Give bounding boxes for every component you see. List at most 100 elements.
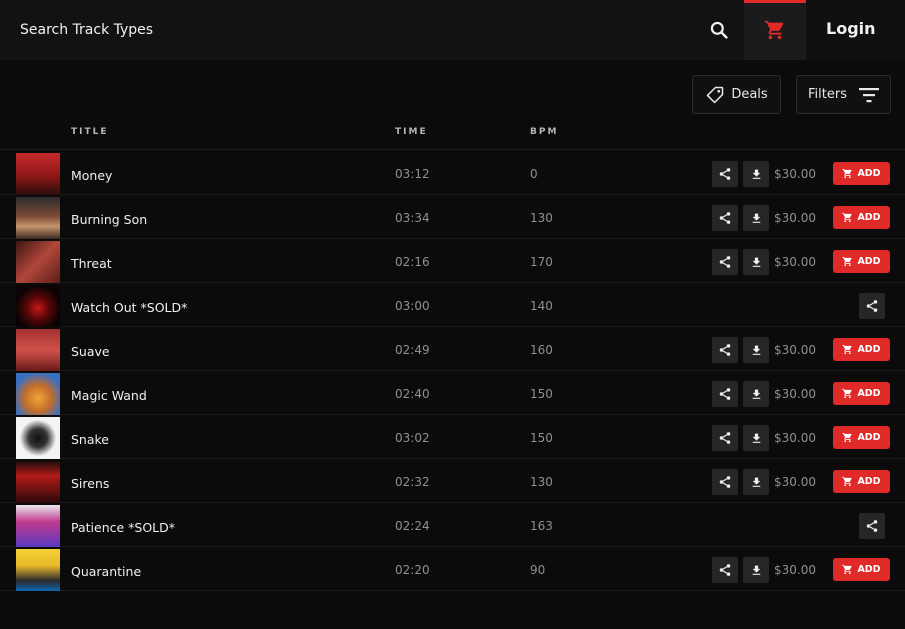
track-artwork[interactable] [16, 241, 60, 283]
download-button[interactable] [743, 381, 769, 407]
track-title[interactable]: Suave [71, 344, 110, 359]
track-time: 02:20 [395, 563, 430, 577]
download-button[interactable] [743, 249, 769, 275]
share-button[interactable] [859, 293, 885, 319]
cart-icon [842, 256, 853, 267]
track-row[interactable]: Watch Out *SOLD* 03:00 140 [0, 283, 905, 327]
top-bar: Login [0, 0, 905, 60]
cart-icon [842, 564, 853, 575]
track-artwork[interactable] [16, 285, 60, 327]
download-button[interactable] [743, 205, 769, 231]
track-price: $30.00 [774, 211, 816, 225]
track-price: $30.00 [774, 387, 816, 401]
search-input[interactable] [20, 19, 580, 41]
track-artwork[interactable] [16, 505, 60, 547]
track-title[interactable]: Patience *SOLD* [71, 520, 175, 535]
track-artwork[interactable] [16, 197, 60, 239]
cart-icon [842, 212, 853, 223]
track-bpm: 90 [530, 563, 546, 577]
track-artwork[interactable] [16, 329, 60, 371]
cart-icon [842, 476, 853, 487]
track-time: 03:34 [395, 211, 430, 225]
track-row[interactable]: Patience *SOLD* 02:24 163 [0, 503, 905, 547]
track-artwork[interactable] [16, 153, 60, 195]
track-row[interactable]: Magic Wand 02:40 150 $30.00 ADD [0, 371, 905, 415]
track-artwork[interactable] [16, 461, 60, 503]
tag-icon [707, 86, 724, 103]
track-title[interactable]: Money [71, 168, 112, 183]
add-to-cart-button[interactable]: ADD [833, 162, 890, 185]
login-link[interactable]: Login [826, 19, 876, 38]
track-row[interactable]: Burning Son 03:34 130 $30.00 ADD [0, 195, 905, 239]
share-button[interactable] [712, 161, 738, 187]
download-button[interactable] [743, 425, 769, 451]
deals-button[interactable]: Deals [692, 75, 781, 114]
column-header-bpm: BPM [530, 127, 559, 137]
add-label: ADD [857, 344, 881, 355]
share-button[interactable] [712, 557, 738, 583]
cart-icon [764, 20, 784, 40]
track-row[interactable]: Money 03:12 0 $30.00 ADD [0, 151, 905, 195]
filters-label: Filters [808, 87, 847, 102]
track-row[interactable]: Sirens 02:32 130 $30.00 ADD [0, 459, 905, 503]
add-to-cart-button[interactable]: ADD [833, 558, 890, 581]
track-bpm: 0 [530, 167, 538, 181]
track-row[interactable]: Suave 02:49 160 $30.00 ADD [0, 327, 905, 371]
track-title[interactable]: Snake [71, 432, 109, 447]
track-row[interactable]: Snake 03:02 150 $30.00 ADD [0, 415, 905, 459]
track-title[interactable]: Watch Out *SOLD* [71, 300, 187, 315]
track-time: 02:40 [395, 387, 430, 401]
track-price: $30.00 [774, 475, 816, 489]
track-title[interactable]: Threat [71, 256, 112, 271]
cart-icon [842, 168, 853, 179]
track-title[interactable]: Sirens [71, 476, 109, 491]
share-icon [719, 168, 731, 180]
share-button[interactable] [712, 469, 738, 495]
track-bpm: 163 [530, 519, 553, 533]
filters-button[interactable]: Filters [796, 75, 891, 114]
share-icon [719, 212, 731, 224]
share-button[interactable] [712, 249, 738, 275]
track-price: $30.00 [774, 167, 816, 181]
share-button[interactable] [712, 425, 738, 451]
share-button[interactable] [712, 381, 738, 407]
add-label: ADD [857, 168, 881, 179]
share-button[interactable] [712, 205, 738, 231]
search-button[interactable] [704, 16, 734, 44]
share-icon [719, 432, 731, 444]
track-time: 02:49 [395, 343, 430, 357]
cart-button[interactable] [744, 0, 806, 60]
add-label: ADD [857, 564, 881, 575]
track-bpm: 150 [530, 387, 553, 401]
download-button[interactable] [743, 337, 769, 363]
share-button[interactable] [859, 513, 885, 539]
track-artwork[interactable] [16, 417, 60, 459]
download-button[interactable] [743, 557, 769, 583]
track-title[interactable]: Quarantine [71, 564, 141, 579]
add-to-cart-button[interactable]: ADD [833, 470, 890, 493]
track-row[interactable]: Quarantine 02:20 90 $30.00 ADD [0, 547, 905, 591]
track-title[interactable]: Burning Son [71, 212, 147, 227]
track-bpm: 130 [530, 475, 553, 489]
track-title[interactable]: Magic Wand [71, 388, 147, 403]
add-label: ADD [857, 212, 881, 223]
add-to-cart-button[interactable]: ADD [833, 338, 890, 361]
track-artwork[interactable] [16, 549, 60, 591]
add-to-cart-button[interactable]: ADD [833, 426, 890, 449]
track-bpm: 130 [530, 211, 553, 225]
search-icon [710, 21, 728, 39]
download-icon [752, 213, 760, 223]
add-to-cart-button[interactable]: ADD [833, 250, 890, 273]
share-button[interactable] [712, 337, 738, 363]
add-to-cart-button[interactable]: ADD [833, 382, 890, 405]
share-icon [719, 256, 731, 268]
add-to-cart-button[interactable]: ADD [833, 206, 890, 229]
download-icon [752, 345, 760, 355]
download-button[interactable] [743, 469, 769, 495]
download-button[interactable] [743, 161, 769, 187]
track-artwork[interactable] [16, 373, 60, 415]
track-time: 02:16 [395, 255, 430, 269]
track-row[interactable]: Threat 02:16 170 $30.00 ADD [0, 239, 905, 283]
add-label: ADD [857, 256, 881, 267]
share-icon [719, 388, 731, 400]
